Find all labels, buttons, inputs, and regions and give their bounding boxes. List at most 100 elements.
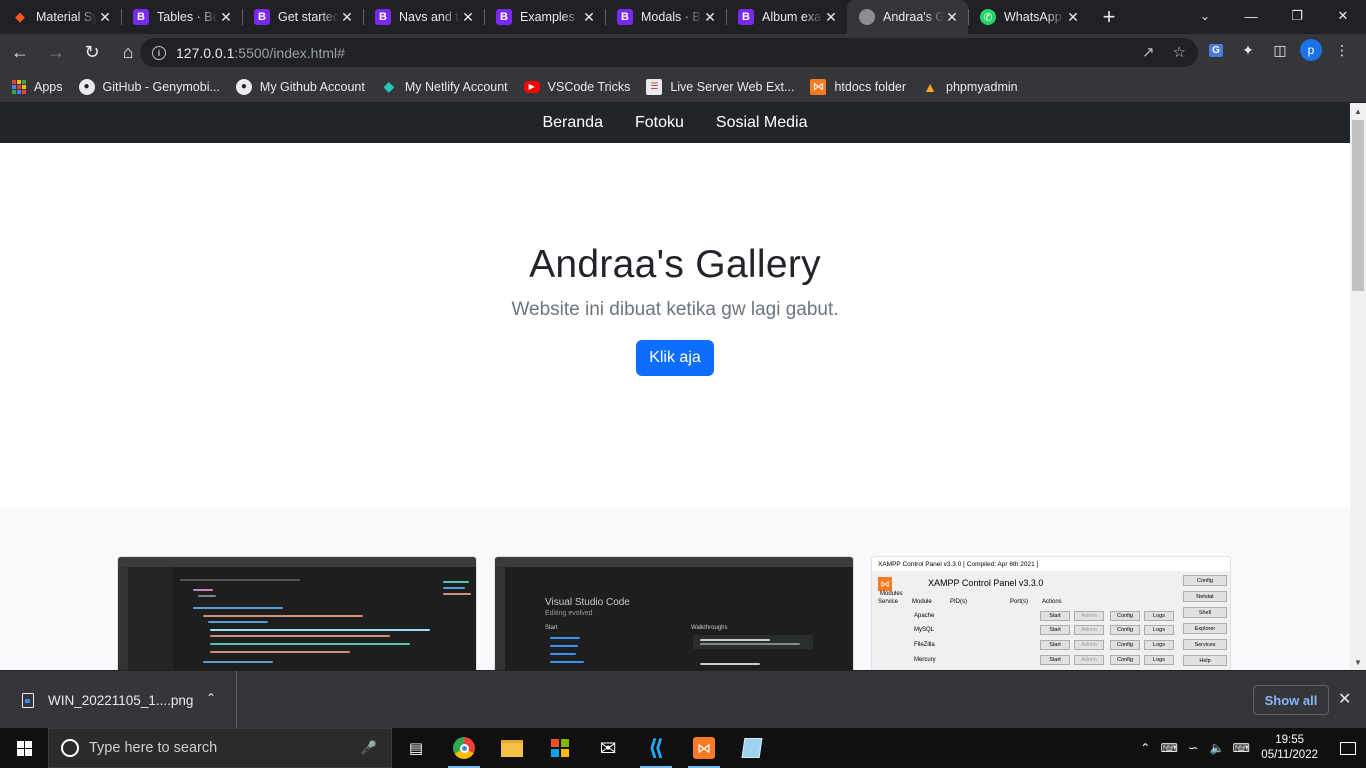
chrome-icon[interactable] bbox=[440, 728, 488, 768]
mail-icon[interactable]: ✉ bbox=[584, 728, 632, 768]
download-file-name: WIN_20221105_1....png bbox=[48, 692, 194, 708]
xampp-module-label: Module bbox=[912, 599, 932, 605]
notification-icon[interactable] bbox=[1330, 728, 1366, 768]
hero-subtitle: Website ini dibuat ketika gw lagi gabut. bbox=[511, 299, 839, 320]
bookmark-item[interactable]: ◆ My Netlify Account bbox=[381, 78, 508, 95]
notepad-icon[interactable] bbox=[728, 728, 776, 768]
bootstrap-icon: B bbox=[254, 9, 270, 25]
whatsapp-icon: ✆ bbox=[980, 9, 996, 25]
close-tab-icon[interactable]: ✕ bbox=[944, 9, 960, 26]
bookmark-item[interactable]: ☰ Live Server Web Ext... bbox=[646, 78, 795, 95]
keyboard-icon[interactable]: ⌨ bbox=[1229, 741, 1253, 755]
translate-extension-icon[interactable]: G bbox=[1204, 38, 1228, 62]
page-scrollbar[interactable]: ▲ ▼ bbox=[1350, 103, 1366, 670]
netlify-icon: ◆ bbox=[383, 78, 395, 94]
close-tab-icon[interactable]: ✕ bbox=[1065, 9, 1081, 26]
tab-title: Andraa's G bbox=[883, 10, 944, 24]
browser-tab[interactable]: B Tables · Bo ✕ bbox=[121, 0, 242, 34]
xampp-header: XAMPP Control Panel v3.3.0 bbox=[928, 578, 1044, 588]
bookmark-label: Live Server Web Ext... bbox=[670, 79, 795, 94]
extensions-puzzle-icon[interactable]: ✦ bbox=[1236, 38, 1260, 62]
bootstrap-icon: B bbox=[375, 9, 391, 25]
vscode-icon[interactable]: ⟪ bbox=[632, 728, 680, 768]
volume-icon[interactable]: 🔈 bbox=[1205, 741, 1229, 755]
wifi-icon[interactable]: ∽ bbox=[1181, 741, 1205, 755]
bookmark-item[interactable]: ▲ phpmyadmin bbox=[922, 79, 1018, 95]
browser-tab[interactable]: ✆ WhatsApp ✕ bbox=[968, 0, 1089, 34]
xampp-logs-button: Logs bbox=[1144, 611, 1174, 621]
close-download-bar-icon[interactable]: ✕ bbox=[1338, 689, 1351, 709]
clock[interactable]: 19:55 05/11/2022 bbox=[1261, 733, 1318, 763]
scrollbar-thumb[interactable] bbox=[1352, 120, 1364, 291]
show-all-button[interactable]: Show all bbox=[1253, 685, 1329, 715]
close-tab-icon[interactable]: ✕ bbox=[460, 9, 476, 26]
minimize-icon[interactable]: — bbox=[1228, 0, 1274, 32]
gallery-card[interactable] bbox=[117, 556, 477, 670]
browser-tab[interactable]: ◆ Material Sy ✕ bbox=[0, 0, 121, 34]
close-tab-icon[interactable]: ✕ bbox=[218, 9, 234, 26]
site-info-icon[interactable]: i bbox=[152, 45, 166, 60]
reload-icon[interactable]: ↻ bbox=[76, 37, 108, 69]
close-window-icon[interactable]: ✕ bbox=[1320, 0, 1366, 32]
address-bar[interactable]: i 127.0.0.1:5500/index.html# ↗ ☆ bbox=[140, 38, 1198, 67]
hero-button[interactable]: Klik aja bbox=[636, 340, 714, 376]
vscode-editor-screenshot bbox=[118, 557, 476, 670]
ime-icon[interactable]: ⌨ bbox=[1157, 741, 1181, 755]
bookmark-apps[interactable]: Apps bbox=[12, 79, 63, 94]
taskbar-search-box[interactable]: Type here to search 🎤 bbox=[48, 728, 392, 768]
store-icon[interactable] bbox=[536, 728, 584, 768]
nav-link-beranda[interactable]: Beranda bbox=[526, 114, 619, 132]
bookmark-star-icon[interactable]: ☆ bbox=[1173, 43, 1186, 61]
browser-tab[interactable]: B Get startec ✕ bbox=[242, 0, 363, 34]
back-icon[interactable]: ← bbox=[4, 37, 36, 69]
menu-kebab-icon[interactable]: ⋮ bbox=[1330, 38, 1354, 62]
gallery-card[interactable]: Visual Studio Code Editing evolved Start… bbox=[494, 556, 854, 670]
xampp-icon[interactable]: ⋈ bbox=[680, 728, 728, 768]
bookmark-label: My Netlify Account bbox=[404, 79, 508, 94]
scroll-down-icon[interactable]: ▼ bbox=[1350, 654, 1366, 670]
nav-link-fotoku[interactable]: Fotoku bbox=[619, 114, 700, 132]
bookmark-label: Apps bbox=[34, 79, 63, 94]
share-icon[interactable]: ↗ bbox=[1142, 43, 1155, 61]
xampp-control-panel-screenshot: XAMPP Control Panel v3.3.0 [ Compiled: A… bbox=[872, 557, 1230, 670]
vscode-start-label: Start bbox=[545, 625, 558, 631]
forward-icon[interactable]: → bbox=[40, 37, 72, 69]
chevron-up-icon[interactable]: ⌃ bbox=[1133, 741, 1157, 755]
close-tab-icon[interactable]: ✕ bbox=[823, 9, 839, 26]
close-tab-icon[interactable]: ✕ bbox=[702, 9, 718, 26]
scroll-up-icon[interactable]: ▲ bbox=[1350, 103, 1366, 119]
browser-tab-active[interactable]: Andraa's G ✕ bbox=[847, 0, 968, 34]
bookmark-item[interactable]: ▶ VSCode Tricks bbox=[523, 80, 630, 94]
microphone-icon[interactable]: 🎤 bbox=[361, 740, 377, 756]
bookmark-label: htdocs folder bbox=[834, 79, 907, 94]
new-tab-button[interactable]: + bbox=[1089, 0, 1129, 34]
close-tab-icon[interactable]: ✕ bbox=[339, 9, 355, 26]
browser-tab[interactable]: B Album exa ✕ bbox=[726, 0, 847, 34]
chevron-up-icon[interactable]: ⌃ bbox=[206, 691, 216, 705]
browser-tab[interactable]: B Modals · B ✕ bbox=[605, 0, 726, 34]
close-tab-icon[interactable]: ✕ bbox=[97, 9, 113, 26]
task-view-icon[interactable]: ▤ bbox=[392, 728, 440, 768]
xampp-modules-label: Modules bbox=[880, 591, 903, 597]
xampp-config-button: Config bbox=[1110, 611, 1140, 621]
bookmark-item[interactable]: ⋈ htdocs folder bbox=[810, 78, 907, 95]
gallery-card[interactable]: XAMPP Control Panel v3.3.0 [ Compiled: A… bbox=[871, 556, 1231, 670]
browser-tab[interactable]: B Navs and t ✕ bbox=[363, 0, 484, 34]
nav-link-sosial-media[interactable]: Sosial Media bbox=[700, 114, 824, 132]
download-item[interactable]: WIN_20221105_1....png ⌃ bbox=[0, 671, 237, 729]
xampp-config-button: Config bbox=[1110, 640, 1140, 650]
side-panel-icon[interactable]: ◫ bbox=[1268, 38, 1292, 62]
site-navbar: Beranda Fotoku Sosial Media bbox=[0, 103, 1350, 143]
xampp-module-name: Apache bbox=[914, 613, 935, 619]
bookmark-item[interactable]: ● GitHub - Genymobi... bbox=[78, 78, 220, 95]
tab-search-icon[interactable]: ⌄ bbox=[1192, 4, 1218, 28]
xampp-logs-button: Logs bbox=[1144, 640, 1174, 650]
close-tab-icon[interactable]: ✕ bbox=[581, 9, 597, 26]
restore-icon[interactable]: ❐ bbox=[1274, 0, 1320, 32]
start-button[interactable] bbox=[0, 728, 48, 768]
xampp-window-title: XAMPP Control Panel v3.3.0 [ Compiled: A… bbox=[872, 557, 1230, 571]
browser-tab[interactable]: B Examples · ✕ bbox=[484, 0, 605, 34]
profile-avatar[interactable]: p bbox=[1300, 39, 1322, 61]
bookmark-item[interactable]: ● My Github Account bbox=[235, 78, 365, 95]
file-explorer-icon[interactable] bbox=[488, 728, 536, 768]
